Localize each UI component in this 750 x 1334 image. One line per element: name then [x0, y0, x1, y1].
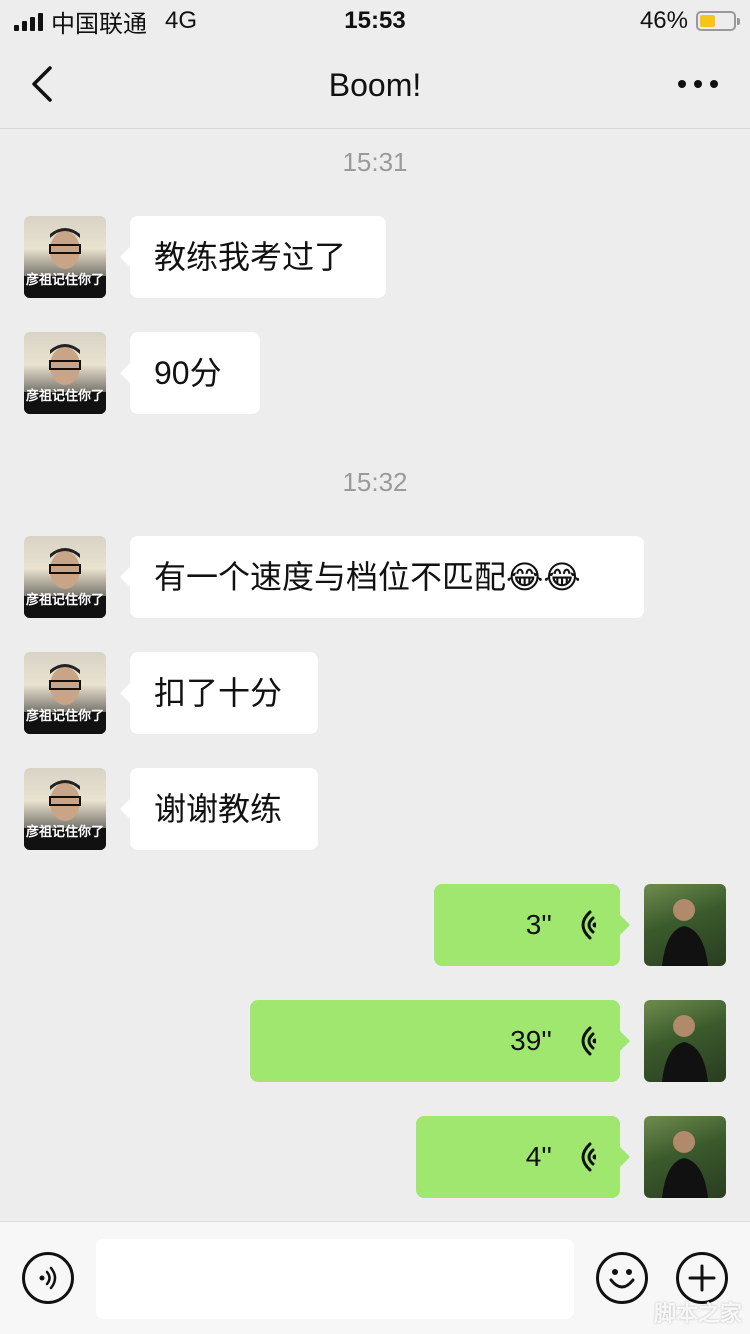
- chat-area[interactable]: 15:31 彦祖记住你了 教练我考过了 彦祖记住你了 90分 15:32 彦祖记…: [0, 129, 750, 1221]
- status-left: 中国联通 4G: [0, 4, 197, 39]
- voice-duration: 39'': [510, 1025, 552, 1056]
- more-button[interactable]: [668, 62, 728, 106]
- voice-duration: 3'': [525, 909, 552, 940]
- network-type: 4G: [165, 7, 198, 34]
- voice-wave-icon: [581, 1026, 596, 1056]
- avatar-caption: 彦祖记住你了: [25, 708, 104, 723]
- voice-duration: 4'': [525, 1141, 552, 1172]
- message-bubble[interactable]: 90分: [120, 332, 260, 414]
- avatar-caption: 彦祖记住你了: [25, 272, 104, 287]
- plus-icon: [688, 1264, 716, 1292]
- message-input[interactable]: [96, 1239, 574, 1319]
- voice-input-icon: [39, 1266, 57, 1290]
- watermark: 脚本之家: [653, 1301, 742, 1326]
- avatar-caption: 彦祖记住你了: [25, 388, 104, 403]
- voice-message-bubble[interactable]: 39'': [250, 1000, 630, 1082]
- my-avatar[interactable]: [644, 884, 726, 966]
- voice-wave-icon: [581, 1142, 596, 1172]
- status-bar: 中国联通 4G 15:53 46%: [0, 0, 750, 42]
- timestamp: 15:31: [342, 147, 408, 177]
- signal-icon: [14, 11, 43, 31]
- timestamp: 15:32: [342, 467, 408, 497]
- chat-header: Boom!: [0, 42, 750, 129]
- back-button[interactable]: [22, 62, 66, 106]
- voice-message-bubble[interactable]: 4'': [416, 1116, 630, 1198]
- contact-avatar[interactable]: 彦祖记住你了: [24, 768, 106, 850]
- battery-icon: [696, 11, 740, 31]
- contact-avatar[interactable]: 彦祖记住你了: [24, 332, 106, 414]
- message-bubble[interactable]: 有一个速度与档位不匹配😂😂: [120, 536, 644, 618]
- avatar-caption: 彦祖记住你了: [25, 592, 104, 607]
- contact-avatar[interactable]: 彦祖记住你了: [24, 536, 106, 618]
- emoji-icon: [609, 1269, 635, 1289]
- message-bubble[interactable]: 教练我考过了: [120, 216, 386, 298]
- chevron-left-icon: [32, 66, 52, 102]
- avatar-caption: 彦祖记住你了: [25, 824, 104, 839]
- my-avatar[interactable]: [644, 1116, 726, 1198]
- contact-avatar[interactable]: 彦祖记住你了: [24, 216, 106, 298]
- voice-wave-icon: [581, 910, 596, 940]
- message-bubble[interactable]: 谢谢教练: [120, 768, 318, 850]
- emoji-button[interactable]: [596, 1252, 648, 1304]
- message-bubble[interactable]: 扣了十分: [120, 652, 318, 734]
- battery-fill: [700, 15, 715, 27]
- carrier-name: 中国联通: [51, 10, 147, 38]
- voice-message-bubble[interactable]: 3'': [434, 884, 630, 966]
- battery-percent: 46%: [639, 7, 688, 34]
- my-avatar[interactable]: [644, 1000, 726, 1082]
- status-right: 46%: [640, 7, 750, 35]
- chat-title: Boom!: [328, 66, 422, 103]
- more-dots-icon: [678, 80, 686, 88]
- contact-avatar[interactable]: 彦祖记住你了: [24, 652, 106, 734]
- input-bar: 脚本之家: [0, 1221, 750, 1334]
- voice-input-button[interactable]: [22, 1252, 74, 1304]
